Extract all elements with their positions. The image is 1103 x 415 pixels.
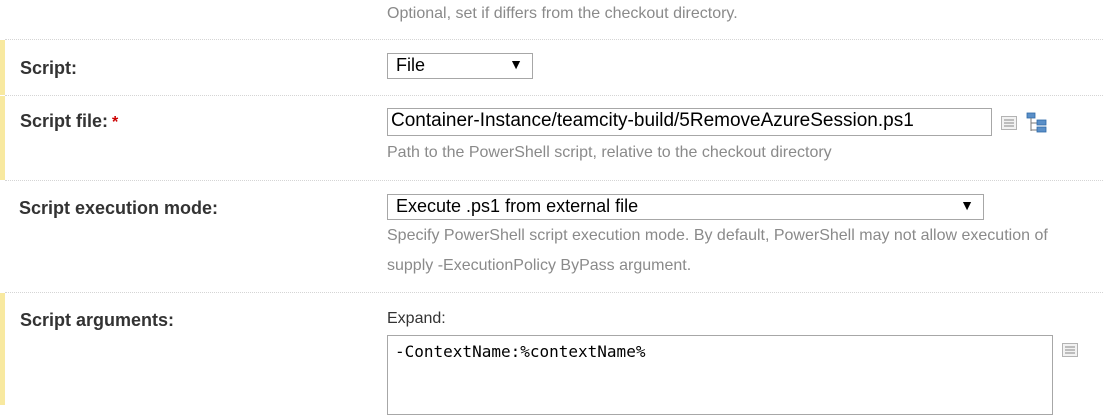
execution-mode-label: Script execution mode: <box>19 198 219 218</box>
file-tree-icon[interactable] <box>1026 112 1048 134</box>
script-row: Script: File ▼ <box>0 40 1103 95</box>
script-label: Script: <box>20 58 78 78</box>
script-file-label-text: Script file: <box>20 111 109 131</box>
script-arguments-row: Script arguments: Expand: -ContextName:%… <box>0 293 1103 415</box>
expand-label: Expand: <box>387 310 446 327</box>
script-file-row: Script file: * Container-Instance/teamcit… <box>0 96 1103 180</box>
execution-mode-hint-line2: supply -ExecutionPolicy ByPass argument. <box>387 257 692 274</box>
divider <box>5 180 1103 181</box>
required-marker: * <box>112 114 119 131</box>
script-type-select[interactable]: File ▼ <box>387 53 533 79</box>
dropdown-arrow-icon: ▼ <box>960 197 974 213</box>
parameters-list-icon[interactable] <box>1001 116 1017 130</box>
script-type-value: File <box>396 55 426 75</box>
dropdown-arrow-icon: ▼ <box>509 56 523 72</box>
script-file-input[interactable]: Container-Instance/teamcity-build/5Remov… <box>387 108 992 136</box>
execution-mode-select[interactable]: Execute .ps1 from external file ▼ <box>387 194 984 220</box>
working-directory-hint: Optional, set if differs from the checko… <box>387 5 738 22</box>
execution-mode-hint-line1: Specify PowerShell script execution mode… <box>387 227 1048 244</box>
build-step-form: Optional, set if differs from the checko… <box>0 0 1103 415</box>
script-arguments-textarea[interactable]: -ContextName:%contextName% <box>387 335 1053 415</box>
parameters-list-icon[interactable] <box>1062 343 1078 357</box>
execution-mode-value: Execute .ps1 from external file <box>396 196 639 216</box>
script-file-hint: Path to the PowerShell script, relative … <box>387 144 832 161</box>
script-file-label: Script file: * <box>20 111 118 132</box>
script-arguments-label: Script arguments: <box>20 310 175 330</box>
